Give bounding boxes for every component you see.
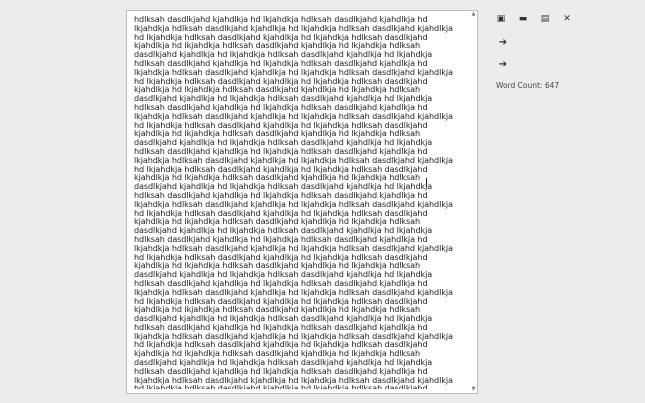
- print-button[interactable]: ▤: [536, 10, 554, 28]
- open-folder-icon: ▬: [518, 14, 528, 24]
- editor-textarea[interactable]: hdlksah dasdlkjahd kjahdlkja hd lkjahdkj…: [134, 15, 464, 389]
- scroll-down-icon[interactable]: ▼: [471, 387, 476, 392]
- arrow-right-icon: ➔: [498, 58, 508, 70]
- save-button[interactable]: ▣: [492, 10, 510, 28]
- side-panel: ▣ ▬ ▤ ✕ ➔ ➔ Word Count: 647: [490, 10, 640, 400]
- text-cursor: [426, 178, 427, 187]
- text-editor[interactable]: hdlksah dasdlkjahd kjahdlkja hd lkjahdkj…: [126, 10, 478, 394]
- vertical-scrollbar[interactable]: ▲ ▼: [471, 12, 476, 392]
- close-button[interactable]: ✕: [558, 10, 576, 28]
- word-count-label: Word Count: 647: [496, 81, 560, 90]
- forward-button[interactable]: ➔: [494, 33, 512, 51]
- scroll-up-icon[interactable]: ▲: [471, 12, 476, 17]
- close-icon: ✕: [563, 14, 571, 24]
- arrow-right-icon: ➔: [498, 36, 508, 48]
- open-button[interactable]: ▬: [514, 10, 532, 28]
- save-icon: ▣: [496, 14, 506, 24]
- print-icon: ▤: [540, 14, 550, 24]
- next-button[interactable]: ➔: [494, 55, 512, 73]
